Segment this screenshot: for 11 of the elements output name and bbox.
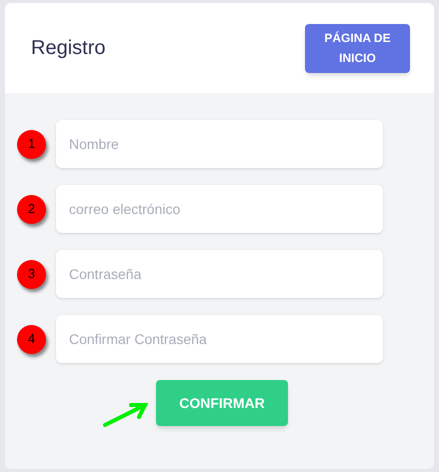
arrow-icon bbox=[101, 400, 151, 429]
input-field[interactable]: correo electrónico bbox=[56, 185, 383, 233]
step-number: 3 bbox=[17, 260, 46, 288]
input-field[interactable]: Nombre bbox=[56, 120, 383, 168]
input-field[interactable]: Confirmar Contraseña bbox=[56, 315, 383, 363]
home-button[interactable]: PÁGINA DE INICIO bbox=[305, 24, 410, 72]
page-title: Registro bbox=[31, 36, 106, 61]
step-number: 4 bbox=[17, 324, 46, 354]
step-number: 1 bbox=[17, 130, 46, 158]
step-number: 2 bbox=[17, 194, 46, 224]
input-field[interactable]: Contraseña bbox=[56, 250, 383, 298]
